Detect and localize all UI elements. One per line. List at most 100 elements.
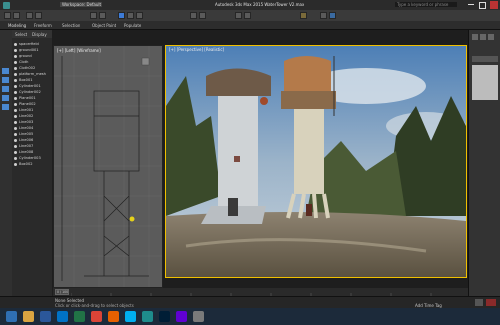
visibility-icon[interactable]	[14, 79, 17, 82]
visibility-icon[interactable]	[14, 109, 17, 112]
tab-object-paint[interactable]: Object Paint	[92, 23, 116, 28]
mirror-icon[interactable]	[235, 12, 242, 19]
misc-icon[interactable]	[193, 311, 204, 322]
visibility-icon[interactable]	[14, 85, 17, 88]
visibility-icon[interactable]	[14, 121, 17, 124]
maximize-icon[interactable]	[479, 2, 486, 9]
visibility-icon[interactable]	[14, 61, 17, 64]
chrome-icon[interactable]	[91, 311, 102, 322]
scene-explorer-item[interactable]: Cylinder002	[12, 90, 52, 95]
tab-freeform[interactable]: Freeform	[34, 23, 52, 28]
snap-toggle-icon[interactable]	[190, 12, 197, 19]
scene-explorer-item[interactable]: Line008	[12, 150, 52, 155]
key-button[interactable]	[486, 299, 496, 306]
scale-icon[interactable]	[136, 12, 143, 19]
filter-icon[interactable]	[2, 77, 9, 83]
scene-explorer-item[interactable]: Line003	[12, 120, 52, 125]
start-icon[interactable]	[6, 311, 17, 322]
scene-explorer-item[interactable]: Line004	[12, 126, 52, 131]
visibility-icon[interactable]	[14, 139, 17, 142]
filter-icon[interactable]	[2, 86, 9, 92]
timeline[interactable]: 0 / 100	[53, 288, 468, 296]
visibility-icon[interactable]	[14, 145, 17, 148]
tab-selection[interactable]: Selection	[62, 23, 80, 28]
perspective-viewport[interactable]: [+] [Perspective] [Realistic]	[165, 45, 467, 278]
scene-explorer-item[interactable]: Cylinder003	[12, 156, 52, 161]
scene-explorer-item[interactable]: ground001	[12, 48, 52, 53]
explorer-icon[interactable]	[23, 311, 34, 322]
scene-explorer-item[interactable]: Cloth	[12, 60, 52, 65]
scene-explorer-item[interactable]: Line002	[12, 114, 52, 119]
scene-explorer-item[interactable]: Box001	[12, 78, 52, 83]
excel-icon[interactable]	[74, 311, 85, 322]
close-icon[interactable]	[490, 1, 498, 9]
visibility-icon[interactable]	[14, 49, 17, 52]
align-icon[interactable]	[244, 12, 251, 19]
move-icon[interactable]	[118, 12, 125, 19]
modifier-stack[interactable]	[472, 65, 498, 100]
yahoo-icon[interactable]	[176, 311, 187, 322]
display-tab[interactable]: Display	[32, 32, 47, 37]
select-object-icon[interactable]	[90, 12, 97, 19]
scene-explorer-item[interactable]: platform_mesh	[12, 72, 52, 77]
app-logo-icon[interactable]	[3, 2, 10, 9]
scene-explorer-item[interactable]: Box002	[12, 162, 52, 167]
redo-icon[interactable]	[13, 12, 20, 19]
modify-tab-icon[interactable]	[480, 34, 486, 40]
scene-explorer-item[interactable]: spacerfield	[12, 42, 52, 47]
time-slider[interactable]: 0 / 100	[55, 289, 69, 295]
play-button[interactable]	[475, 299, 483, 306]
3dsmax-icon[interactable]	[142, 311, 153, 322]
visibility-icon[interactable]	[14, 157, 17, 160]
visibility-icon[interactable]	[14, 55, 17, 58]
left-viewport[interactable]: [+] [Left] [Wireframe]	[53, 45, 163, 288]
select-by-name-icon[interactable]	[99, 12, 106, 19]
scene-explorer-item[interactable]: Cylinder001	[12, 84, 52, 89]
visibility-icon[interactable]	[14, 43, 17, 46]
material-editor-icon[interactable]	[300, 12, 307, 19]
visibility-icon[interactable]	[14, 91, 17, 94]
visibility-icon[interactable]	[14, 133, 17, 136]
scene-explorer-item[interactable]: ground	[12, 54, 52, 59]
workspace-dropdown[interactable]: Workspace: Default	[60, 2, 102, 7]
link-icon[interactable]	[26, 12, 33, 19]
skype-icon[interactable]	[125, 311, 136, 322]
visibility-icon[interactable]	[14, 163, 17, 166]
filter-icon[interactable]	[2, 104, 9, 110]
scene-explorer-item[interactable]: Line006	[12, 138, 52, 143]
photoshop-icon[interactable]	[159, 311, 170, 322]
scene-explorer-item[interactable]: Line001	[12, 108, 52, 113]
visibility-icon[interactable]	[14, 115, 17, 118]
visibility-icon[interactable]	[14, 151, 17, 154]
render-icon[interactable]	[329, 12, 336, 19]
rotate-icon[interactable]	[127, 12, 134, 19]
angle-snap-icon[interactable]	[199, 12, 206, 19]
visibility-icon[interactable]	[14, 97, 17, 100]
modifier-list[interactable]	[472, 56, 498, 62]
firefox-icon[interactable]	[108, 311, 119, 322]
select-tab[interactable]: Select	[15, 32, 27, 37]
hierarchy-tab-icon[interactable]	[488, 34, 494, 40]
undo-icon[interactable]	[4, 12, 11, 19]
tab-modeling[interactable]: Modeling	[8, 23, 26, 28]
create-tab-icon[interactable]	[472, 34, 478, 40]
visibility-icon[interactable]	[14, 103, 17, 106]
unlink-icon[interactable]	[35, 12, 42, 19]
viewport-label[interactable]: [+] [Perspective] [Realistic]	[169, 47, 224, 52]
scene-explorer-item[interactable]: Cloth002	[12, 66, 52, 71]
visibility-icon[interactable]	[14, 67, 17, 70]
scene-explorer-item[interactable]: Line005	[12, 132, 52, 137]
filter-icon[interactable]	[2, 68, 9, 74]
minimize-icon[interactable]	[468, 4, 474, 5]
search-input[interactable]: Type a keyword or phrase	[395, 2, 457, 7]
tab-populate[interactable]: Populate	[124, 23, 141, 28]
word-icon[interactable]	[40, 311, 51, 322]
scene-explorer-item[interactable]: Line007	[12, 144, 52, 149]
scene-explorer-item[interactable]: Plane001	[12, 96, 52, 101]
render-setup-icon[interactable]	[320, 12, 327, 19]
visibility-icon[interactable]	[14, 127, 17, 130]
scene-explorer-item[interactable]: Plane002	[12, 102, 52, 107]
visibility-icon[interactable]	[14, 73, 17, 76]
outlook-icon[interactable]	[57, 311, 68, 322]
filter-icon[interactable]	[2, 95, 9, 101]
